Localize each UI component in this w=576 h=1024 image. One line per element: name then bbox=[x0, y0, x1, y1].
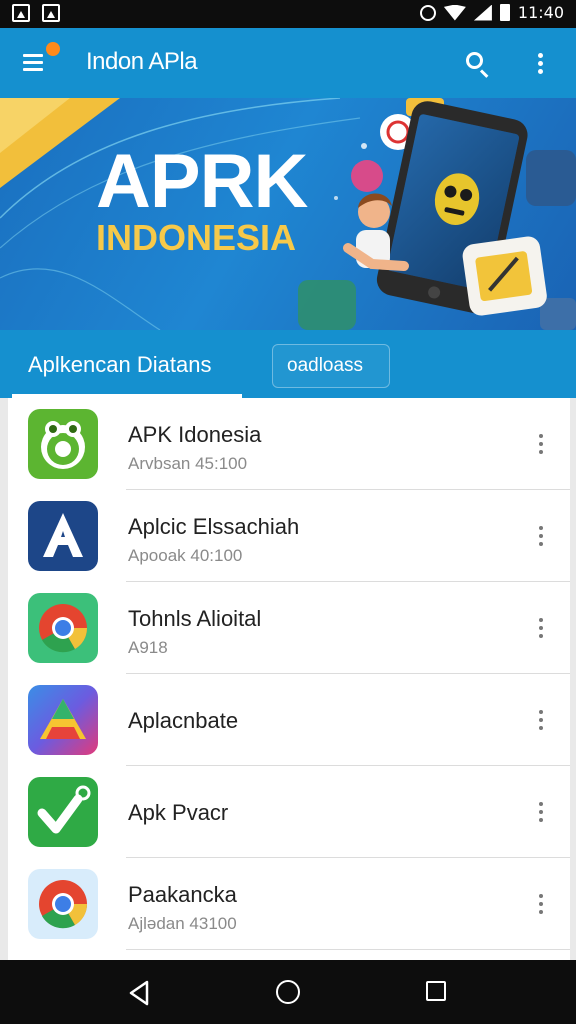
divider bbox=[126, 949, 570, 950]
app-name: Paakancka bbox=[128, 882, 237, 907]
home-icon[interactable] bbox=[276, 980, 300, 1004]
notification-dot bbox=[46, 42, 60, 56]
banner-subtitle: INDONESIA bbox=[96, 217, 297, 258]
more-options-icon[interactable] bbox=[530, 800, 552, 826]
app-name: Aplacnbate bbox=[128, 708, 239, 733]
app-subtitle: Apooak 40:100 bbox=[128, 546, 243, 565]
more-options-icon[interactable] bbox=[530, 708, 552, 734]
banner-title: APRK bbox=[96, 139, 308, 224]
chrome-icon bbox=[28, 869, 98, 939]
more-options-icon[interactable] bbox=[530, 892, 552, 918]
app-subtitle: A918 bbox=[128, 638, 168, 657]
app-name: APK Idonesia bbox=[128, 422, 262, 447]
search-icon[interactable] bbox=[464, 50, 492, 78]
menu-button[interactable] bbox=[20, 50, 50, 76]
list-item[interactable]: Aplcic Elssachiah Apooak 40:100 bbox=[8, 490, 570, 582]
tab-downloads[interactable]: oadloass bbox=[272, 344, 390, 388]
notification-gallery-icon bbox=[42, 4, 60, 22]
tab-applications[interactable]: Aplkencan Diatans bbox=[12, 330, 242, 398]
battery-icon bbox=[499, 4, 510, 21]
checkmark-icon bbox=[28, 777, 98, 847]
status-time: 11:40 bbox=[517, 3, 564, 22]
promo-banner[interactable]: APRK INDONESIA bbox=[0, 98, 576, 330]
tab-bar: Aplkencan Diatans oadloass bbox=[0, 330, 576, 398]
list-item[interactable]: APK Idonesia Arvbsan 45:100 bbox=[8, 398, 570, 490]
play-triangle-icon bbox=[28, 685, 98, 755]
more-options-icon[interactable] bbox=[530, 432, 552, 458]
signal-icon bbox=[473, 4, 492, 21]
list-item[interactable]: Paakancka Ajlədan 43100 bbox=[8, 858, 570, 950]
app-subtitle: Ajlədan 43100 bbox=[128, 914, 237, 933]
chrome-icon bbox=[28, 593, 98, 663]
app-name: Aplcic Elssachiah bbox=[128, 514, 300, 539]
more-options-icon[interactable] bbox=[530, 616, 552, 642]
app-name: Tohnls Alioital bbox=[128, 606, 262, 631]
status-bar: 11:40 bbox=[0, 0, 576, 28]
list-item[interactable]: Apk Pvacr bbox=[8, 766, 570, 858]
notification-image-icon bbox=[12, 4, 30, 22]
back-icon[interactable] bbox=[128, 980, 150, 1006]
more-options-icon[interactable] bbox=[530, 524, 552, 550]
letter-a-icon bbox=[28, 501, 98, 571]
tab-label: oadloass bbox=[287, 355, 364, 376]
wifi-icon bbox=[443, 4, 466, 21]
list-item[interactable]: Aplacnbate bbox=[8, 674, 570, 766]
system-nav-bar bbox=[0, 960, 576, 1024]
frog-icon bbox=[28, 409, 98, 479]
app-title: Indon APla bbox=[86, 48, 198, 75]
list-item[interactable]: Tohnls Alioital A918 bbox=[8, 582, 570, 674]
app-bar: Indon APla bbox=[0, 28, 576, 98]
tab-label: Aplkencan Diatans bbox=[28, 352, 212, 377]
overflow-menu-icon[interactable] bbox=[530, 50, 552, 78]
recent-apps-icon[interactable] bbox=[426, 981, 446, 1001]
alarm-icon bbox=[419, 4, 436, 21]
app-list: APK Idonesia Arvbsan 45:100 Aplcic Elssa… bbox=[8, 398, 570, 960]
app-subtitle: Arvbsan 45:100 bbox=[128, 454, 248, 473]
app-name: Apk Pvacr bbox=[128, 800, 229, 825]
